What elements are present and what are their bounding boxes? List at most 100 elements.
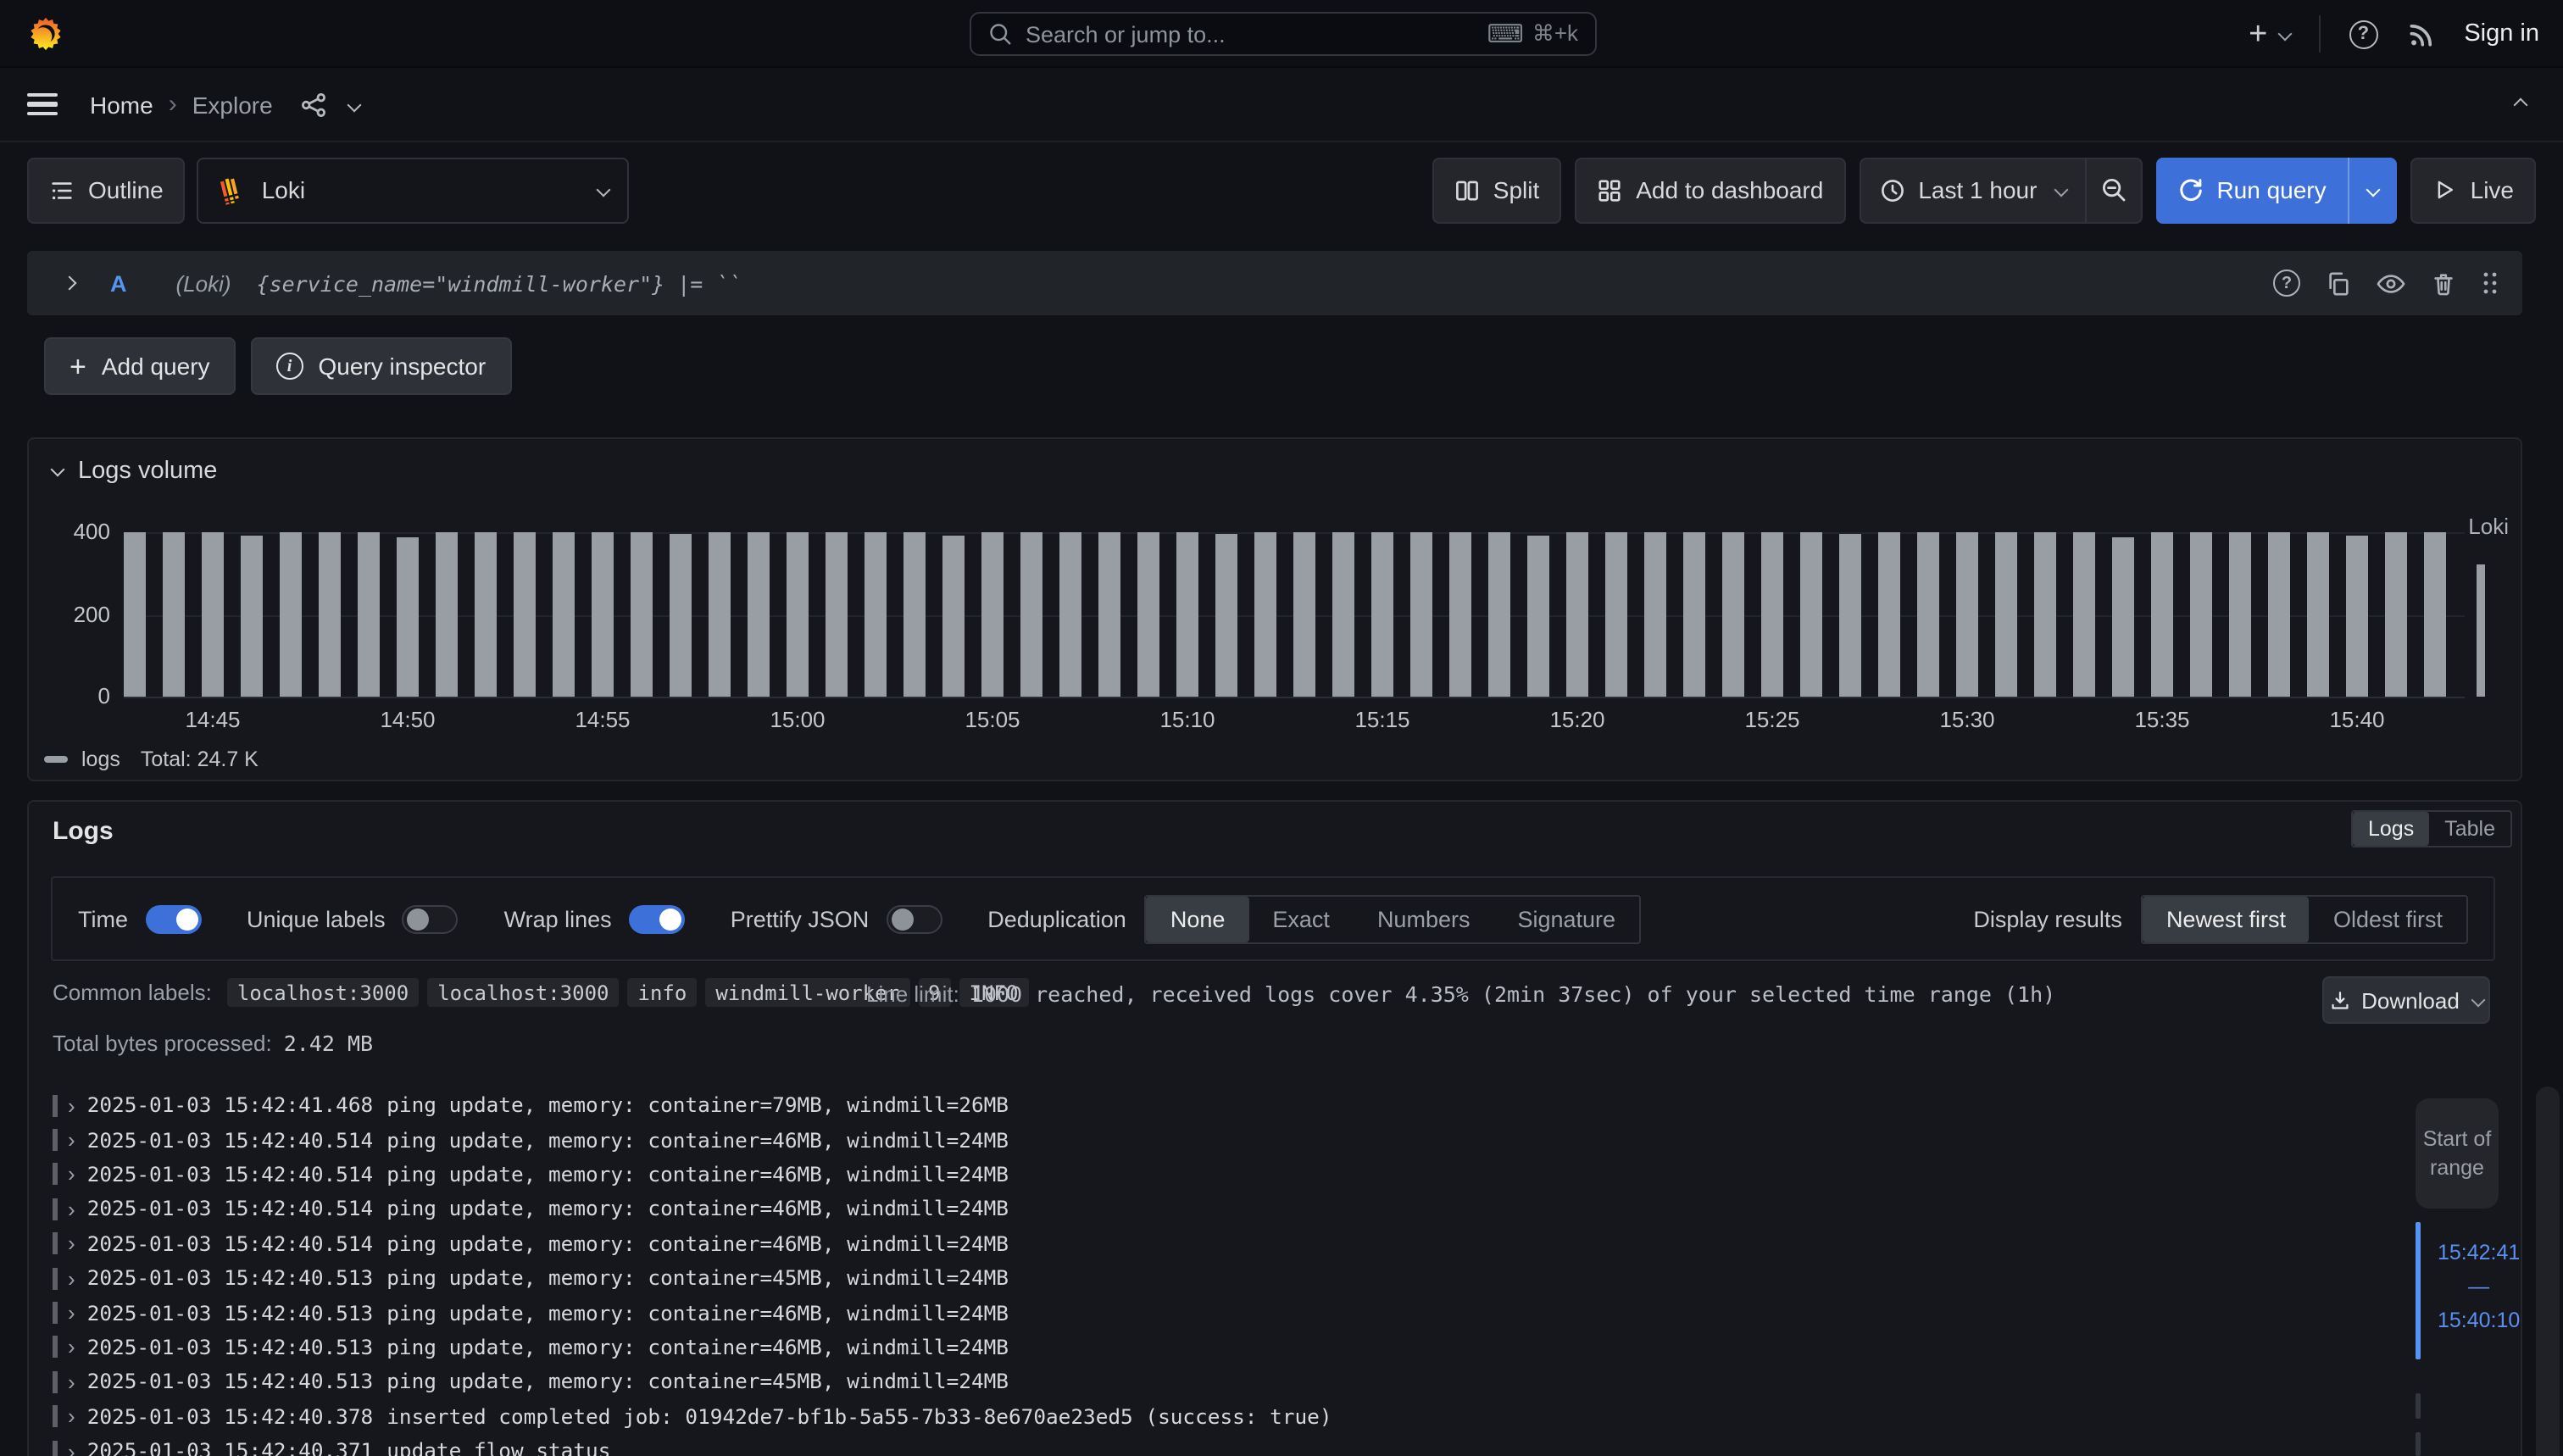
log-line: 2025-01-03 15:42:40.371update flow statu…: [87, 1439, 611, 1456]
log-rows-list: ›2025-01-03 15:42:41.468ping update, mem…: [49, 1088, 2402, 1456]
search-input[interactable]: Search or jump to... ⌨ ⌘+k: [970, 12, 1597, 56]
log-row[interactable]: ›2025-01-03 15:42:40.513ping update, mem…: [49, 1296, 2402, 1331]
toggle-switch[interactable]: [629, 904, 685, 933]
toggle-switch[interactable]: [886, 904, 942, 933]
segmented-option[interactable]: Table: [2429, 812, 2510, 846]
query-ref-id: A: [110, 270, 127, 296]
sign-in-link[interactable]: Sign in: [2464, 20, 2539, 47]
breadcrumb-home[interactable]: Home: [90, 91, 153, 118]
chart-bar: [319, 532, 341, 697]
expand-log-row-icon[interactable]: ›: [68, 1302, 75, 1324]
log-level-bar: [53, 1164, 58, 1186]
log-level-bar: [53, 1233, 58, 1255]
news-rss-icon[interactable]: [2406, 19, 2435, 48]
datasource-picker[interactable]: Loki: [197, 157, 630, 223]
time-range-picker: Last 1 hour: [1859, 157, 2142, 223]
add-query-button[interactable]: + Add query: [44, 337, 236, 395]
log-timestamp: 2025-01-03 15:42:40.378: [87, 1404, 374, 1428]
common-labels-label: Common labels:: [53, 980, 212, 1005]
start-of-range-button[interactable]: Start of range: [2416, 1098, 2499, 1209]
expand-log-row-icon[interactable]: ›: [68, 1094, 75, 1116]
log-message: ping update, memory: container=46MB, win…: [386, 1128, 1009, 1152]
log-row[interactable]: › 2025-01-03 15:42:40.514ping update, mem…: [49, 1226, 2402, 1261]
delete-query-trash-icon[interactable]: [2431, 270, 2456, 296]
expand-log-row-icon[interactable]: ›: [68, 1337, 75, 1359]
run-query-button[interactable]: Run query: [2155, 157, 2348, 223]
query-inspector-button[interactable]: i Query inspector: [251, 337, 512, 395]
segmented-option[interactable]: Logs: [2353, 812, 2429, 846]
outline-button[interactable]: Outline: [27, 157, 186, 223]
log-row[interactable]: ›2025-01-03 15:42:40.514ping update, mem…: [49, 1192, 2402, 1226]
zoom-out-button[interactable]: [2084, 158, 2140, 221]
toggle-control: Time: [78, 904, 201, 933]
log-row[interactable]: ›2025-01-03 15:42:40.513ping update, mem…: [49, 1261, 2402, 1296]
chart-bar: [1566, 532, 1588, 697]
chart-bar: [553, 532, 575, 697]
plus-icon: +: [69, 352, 86, 381]
line-limit-row: Line limit: 1000 reached, received logs …: [866, 981, 2055, 1007]
add-to-dashboard-button[interactable]: Add to dashboard: [1575, 157, 1845, 223]
log-row[interactable]: › 2025-01-03 15:42:40.371update flow stat…: [49, 1434, 2402, 1456]
toggle-switch[interactable]: [145, 904, 201, 933]
drag-handle-icon[interactable]: [2482, 270, 2499, 297]
expand-query-icon[interactable]: [63, 276, 77, 291]
expand-log-row-icon[interactable]: ›: [68, 1371, 75, 1393]
chart-bar: [2424, 532, 2446, 697]
expand-log-row-icon[interactable]: ›: [68, 1129, 75, 1151]
x-axis-label: 15:40: [2298, 707, 2416, 732]
run-query-dropdown[interactable]: [2349, 157, 2398, 223]
logs-volume-header[interactable]: Logs volume: [53, 458, 217, 485]
copy-query-icon[interactable]: [2326, 270, 2351, 296]
expand-log-row-icon[interactable]: ›: [68, 1198, 75, 1220]
live-button[interactable]: Live: [2411, 157, 2536, 223]
split-button[interactable]: Split: [1432, 157, 1561, 223]
query-help-icon[interactable]: ?: [2273, 270, 2300, 297]
expand-log-row-icon[interactable]: ›: [68, 1267, 75, 1289]
time-range-button[interactable]: Last 1 hour: [1860, 176, 2084, 203]
chart-bar: [787, 532, 809, 697]
segmented-option[interactable]: Numbers: [1354, 896, 1494, 942]
grafana-logo[interactable]: [27, 14, 64, 52]
menu-hamburger-icon[interactable]: [27, 92, 58, 115]
log-line: 2025-01-03 15:42:40.514ping update, memo…: [87, 1232, 1009, 1256]
log-row[interactable]: ›2025-01-03 15:42:40.514ping update, mem…: [49, 1158, 2402, 1192]
collapse-section-icon[interactable]: [2514, 97, 2528, 112]
total-bytes-row: Total bytes processed: 2.42 MB: [53, 1031, 373, 1056]
toggle-switch[interactable]: [403, 904, 459, 933]
range-indicator[interactable]: 15:42:41 — 15:40:10: [2416, 1222, 2520, 1359]
expand-log-row-icon[interactable]: ›: [68, 1164, 75, 1186]
log-level-bar: [53, 1440, 58, 1456]
expand-log-row-icon[interactable]: ›: [68, 1440, 75, 1456]
log-row[interactable]: ›2025-01-03 15:42:41.468ping update, mem…: [49, 1088, 2402, 1123]
explore-toolbar: Outline Loki: [0, 156, 2563, 224]
chevron-down-icon[interactable]: [347, 97, 361, 112]
secondary-range-mark: [2416, 1393, 2421, 1419]
chevron-down-icon: [2471, 993, 2485, 1008]
expand-log-row-icon[interactable]: ›: [68, 1405, 75, 1427]
range-newest-time: 15:42:41: [2438, 1241, 2520, 1264]
display-results-options: Newest firstOldest first: [2141, 894, 2468, 943]
new-menu-button[interactable]: +: [2249, 18, 2289, 50]
chart-bar: [865, 532, 887, 697]
download-button[interactable]: Download: [2322, 976, 2490, 1024]
toggle-visibility-eye-icon[interactable]: [2377, 272, 2405, 294]
legend-series-name[interactable]: logs: [81, 747, 120, 771]
log-row[interactable]: ›2025-01-03 15:42:40.513ping update, mem…: [49, 1330, 2402, 1364]
deduplication-group: Deduplication NoneExactNumbersSignature: [987, 894, 1641, 943]
query-preview[interactable]: {service_name="windmill-worker"} |= ``: [257, 270, 742, 296]
chart-bar: [2190, 532, 2212, 697]
segmented-option[interactable]: Exact: [1248, 896, 1354, 942]
help-icon[interactable]: ?: [2349, 19, 2377, 48]
segmented-option[interactable]: Newest first: [2143, 896, 2310, 942]
range-indicator-bar: [2416, 1222, 2421, 1359]
log-row[interactable]: ›2025-01-03 15:42:40.513ping update, mem…: [49, 1364, 2402, 1399]
segmented-option[interactable]: Oldest first: [2310, 896, 2466, 942]
chart-bar: [2112, 538, 2134, 697]
log-row[interactable]: ›2025-01-03 15:42:40.378inserted complet…: [49, 1399, 2402, 1434]
scrollbar-thumb[interactable]: [2536, 1086, 2560, 1456]
segmented-option[interactable]: None: [1147, 896, 1249, 942]
segmented-option[interactable]: Signature: [1493, 896, 1639, 942]
expand-log-row-icon[interactable]: ›: [68, 1233, 75, 1255]
share-icon[interactable]: [300, 91, 327, 118]
log-row[interactable]: ›2025-01-03 15:42:40.514ping update, mem…: [49, 1123, 2402, 1158]
